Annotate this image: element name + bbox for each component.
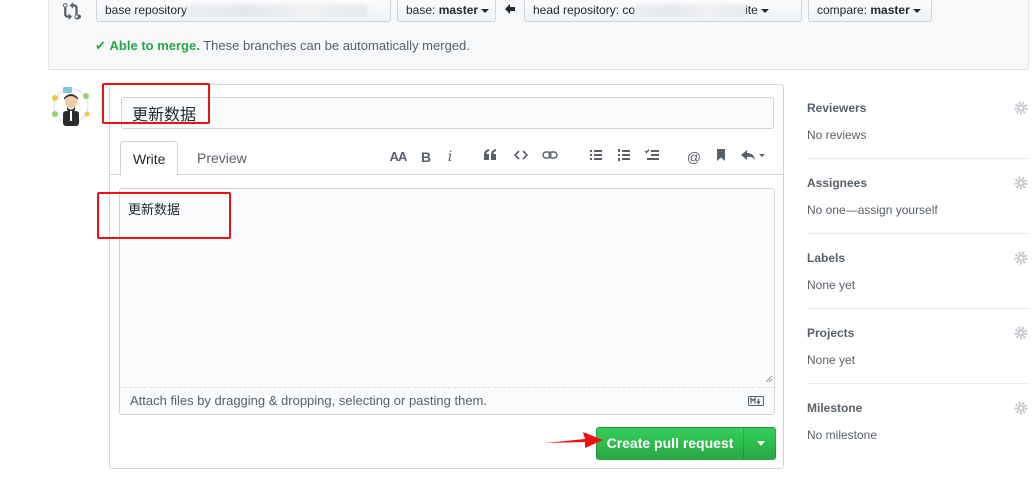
- base-repository-label: base repository: [105, 3, 188, 17]
- compare-bar: base repository base: master head reposi…: [48, 0, 1029, 70]
- attach-files-text: Attach files by dragging & dropping, sel…: [130, 393, 487, 408]
- merge-status-label: Able to merge.: [109, 38, 200, 53]
- annotation-box: [102, 83, 210, 124]
- reply-icon[interactable]: [739, 148, 767, 166]
- gear-icon[interactable]: [1013, 100, 1029, 116]
- button-divider: [743, 428, 744, 459]
- annotation-box: [97, 192, 231, 239]
- bulleted-list-icon[interactable]: [587, 148, 605, 166]
- base-branch-select[interactable]: base: master: [397, 0, 496, 22]
- quote-icon[interactable]: [481, 148, 499, 166]
- compare-branch-select[interactable]: compare: master: [808, 0, 932, 22]
- text-size-icon[interactable]: AA: [387, 148, 409, 166]
- sidebar-heading[interactable]: Milestone: [807, 401, 862, 415]
- chevron-down-icon[interactable]: [757, 441, 765, 446]
- sidebar-value: None yet: [807, 353, 856, 367]
- compare-branch-value: master: [870, 3, 910, 17]
- resize-handle[interactable]: [765, 375, 773, 383]
- annotation-arrow-icon: [545, 432, 603, 448]
- editor-tabs: Write Preview AA B i @: [110, 140, 783, 176]
- check-icon: ✔: [95, 38, 106, 53]
- redacted-text: [635, 4, 746, 17]
- sidebar-projects: Projects None yet: [807, 309, 1029, 384]
- sidebar-value: No milestone: [807, 428, 878, 442]
- gear-icon[interactable]: [1013, 175, 1029, 191]
- sidebar-value[interactable]: No one—assign yourself: [807, 203, 938, 217]
- sidebar-heading[interactable]: Labels: [807, 251, 845, 265]
- sidebar-milestone: Milestone No milestone: [807, 384, 1029, 459]
- head-repository-label: head repository: co: [533, 3, 636, 17]
- sidebar-labels: Labels None yet: [807, 234, 1029, 309]
- sidebar-value: None yet: [807, 278, 856, 292]
- redacted-text: [187, 4, 368, 17]
- chevron-down-icon: [481, 8, 490, 13]
- markdown-icon: [748, 396, 764, 406]
- sidebar-heading[interactable]: Assignees: [807, 176, 867, 190]
- sidebar-assignees: Assignees No one—assign yourself: [807, 159, 1029, 234]
- bookmark-icon[interactable]: [712, 148, 730, 166]
- head-repository-suffix: ite: [745, 3, 758, 17]
- title-input[interactable]: [121, 97, 774, 129]
- base-branch-value: master: [438, 3, 479, 17]
- base-branch-label: base:: [406, 3, 436, 17]
- create-pull-request-button[interactable]: Create pull request: [596, 427, 776, 460]
- head-repository-select[interactable]: head repository: co ite: [524, 0, 802, 22]
- numbered-list-icon[interactable]: [615, 148, 633, 166]
- gear-icon[interactable]: [1013, 400, 1029, 416]
- gear-icon[interactable]: [1013, 250, 1029, 266]
- sidebar-value: No reviews: [807, 128, 867, 142]
- arrow-left-icon: [505, 3, 515, 18]
- link-icon[interactable]: [541, 148, 559, 166]
- tab-write[interactable]: Write: [120, 141, 179, 176]
- task-list-icon[interactable]: [643, 148, 661, 166]
- sidebar-reviewers: Reviewers No reviews: [807, 84, 1029, 159]
- bold-icon[interactable]: B: [417, 148, 435, 166]
- compare-branch-label: compare:: [817, 3, 868, 17]
- chevron-down-icon: [912, 8, 921, 13]
- sidebar-heading[interactable]: Reviewers: [807, 101, 866, 115]
- pull-request-form: Write Preview AA B i @: [109, 84, 784, 469]
- sidebar-heading[interactable]: Projects: [807, 326, 854, 340]
- attach-files-bar[interactable]: Attach files by dragging & dropping, sel…: [119, 387, 775, 415]
- tab-preview[interactable]: Preview: [185, 141, 259, 176]
- gear-icon[interactable]: [1013, 325, 1029, 341]
- base-repository-select[interactable]: base repository: [96, 0, 391, 22]
- merge-status-message: These branches can be automatically merg…: [203, 38, 470, 53]
- mention-icon[interactable]: @: [685, 148, 703, 166]
- compare-icon: [63, 2, 81, 20]
- avatar[interactable]: [49, 84, 93, 128]
- chevron-down-icon: [760, 8, 769, 13]
- create-pull-request-label: Create pull request: [606, 435, 734, 451]
- merge-status: ✔ Able to merge. These branches can be a…: [95, 38, 470, 54]
- code-icon[interactable]: [512, 148, 530, 166]
- italic-icon[interactable]: i: [441, 148, 459, 166]
